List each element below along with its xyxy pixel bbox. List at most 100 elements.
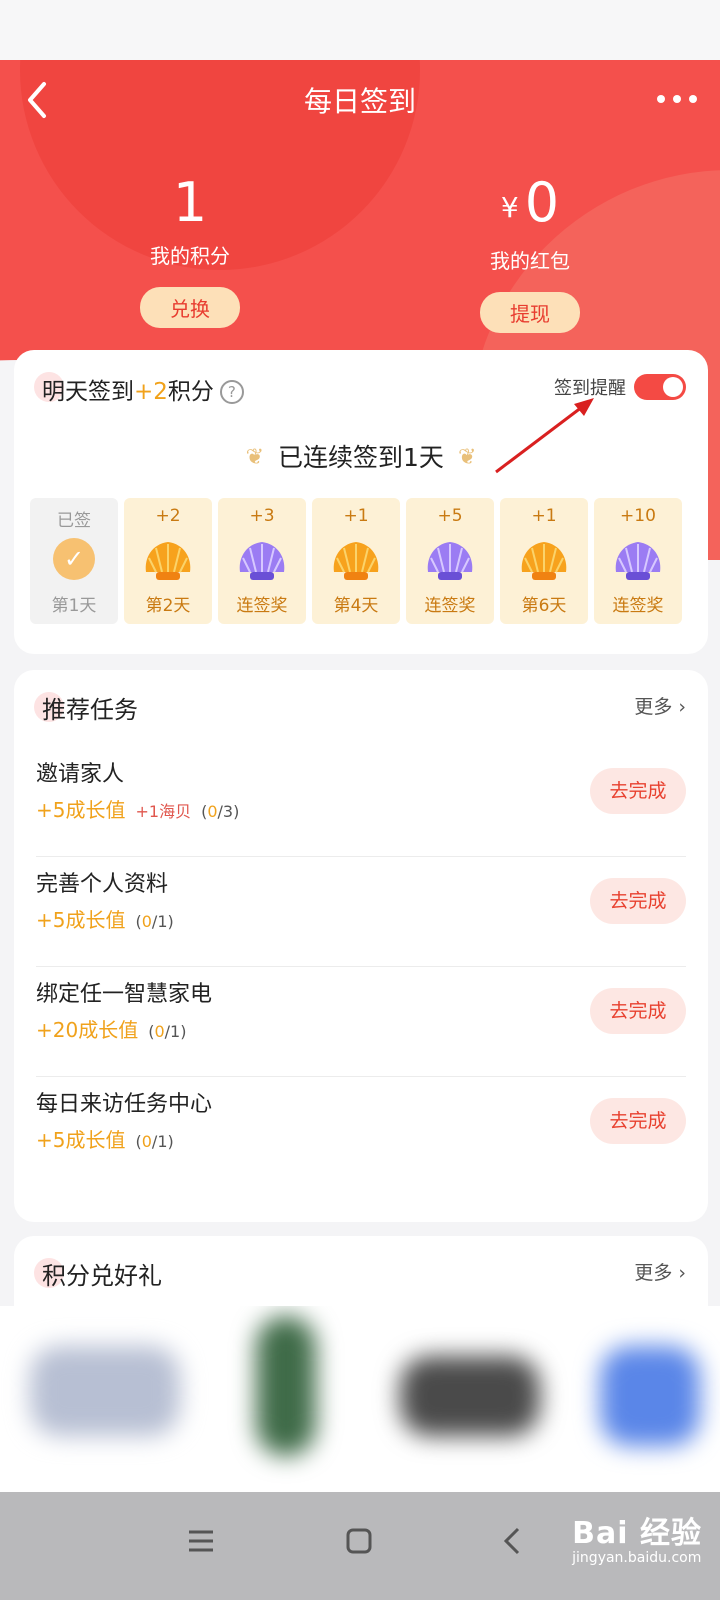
sign-in-title: 明天签到+2积分? [42, 372, 244, 406]
sign-day-7[interactable]: +10 连签奖 [594, 498, 682, 624]
tasks-more-link[interactable]: 更多 › [634, 692, 686, 719]
task-name: 邀请家人 [36, 762, 125, 787]
task-reward-row: +5成长值 (0/1) [36, 904, 174, 933]
task-reward-row: +5成长值 (0/1) [36, 1124, 174, 1153]
task-reward: +20成长值 [36, 1018, 139, 1042]
more-dots-icon [657, 95, 697, 103]
gifts-title: 积分兑好礼 [42, 1262, 162, 1290]
chevron-right-icon: › [678, 696, 686, 718]
task-progress: (0/1) [135, 912, 174, 931]
check-icon: ✓ [53, 538, 95, 580]
laurel-right-icon: ❦ [457, 445, 477, 470]
gifts-more-link[interactable]: 更多 › [634, 1258, 686, 1285]
sign-day-4[interactable]: +1 第4天 [312, 498, 400, 624]
more-options-button[interactable] [652, 84, 702, 114]
chevron-right-icon: › [678, 1262, 686, 1284]
sign-day-1[interactable]: 已签 ✓ 第1天 [30, 498, 118, 624]
gift-item-image[interactable] [30, 1346, 180, 1436]
points-label: 我的积分 [150, 244, 230, 268]
day-reward: +2 [155, 506, 181, 526]
remind-toggle[interactable] [634, 374, 686, 400]
page-title: 每日签到 [303, 85, 416, 118]
task-progress: (0/1) [135, 1132, 174, 1151]
complete-task-button[interactable]: 去完成 [590, 768, 686, 814]
redpacket-value: 0 [524, 171, 560, 234]
sign-day-2[interactable]: +2 第2天 [124, 498, 212, 624]
sign-day-5[interactable]: +5 连签奖 [406, 498, 494, 624]
redpacket-label: 我的红包 [490, 249, 570, 273]
sign-title-bonus: +2 [134, 379, 168, 405]
points-value: 1 [172, 171, 208, 234]
sign-day-list: 已签 ✓ 第1天 +2 第2天 +3 连签奖 +1 第4天 +5 连签奖 +1 … [30, 498, 694, 624]
task-reward: +5成长值 [36, 798, 126, 822]
task-item-bind-appliance: 绑定任一智慧家电 +20成长值 (0/1) 去完成 [36, 958, 686, 1068]
more-label: 更多 [634, 1262, 673, 1284]
gift-item-image[interactable] [400, 1356, 540, 1436]
tasks-title: 推荐任务 [42, 696, 138, 724]
watermark-brand: Bai 经验 [572, 1516, 702, 1551]
withdraw-button[interactable]: 提现 [480, 292, 580, 333]
gift-product-strip [0, 1306, 720, 1492]
task-reward: +5成长值 [36, 908, 126, 932]
home-icon[interactable] [344, 1526, 374, 1556]
top-bar: 每日签到 [0, 60, 720, 140]
gift-item-image[interactable] [256, 1316, 316, 1456]
day-reward: +1 [343, 506, 369, 526]
day-reward: +10 [620, 506, 656, 526]
baidu-jingyan-watermark: Bai 经验 jingyan.baidu.com [572, 1508, 702, 1566]
purple-shell-icon [615, 542, 661, 580]
complete-task-button[interactable]: 去完成 [590, 988, 686, 1034]
redpacket-value-row: ¥0 [430, 172, 630, 239]
task-name: 每日来访任务中心 [36, 1092, 213, 1117]
annotation-arrow [495, 398, 594, 474]
sign-day-3[interactable]: +3 连签奖 [218, 498, 306, 624]
sign-day-6[interactable]: +1 第6天 [500, 498, 588, 624]
task-extra-reward: +1海贝 [135, 802, 192, 821]
task-reward-row: +20成长值 (0/1) [36, 1014, 186, 1043]
purple-shell-icon [427, 542, 473, 580]
redpacket-stat: ¥0 我的红包 提现 [430, 172, 630, 333]
gift-item-image[interactable] [600, 1346, 700, 1446]
status-bar [0, 0, 720, 60]
day-label: 连签奖 [424, 596, 476, 616]
gold-shell-icon [521, 542, 567, 580]
laurel-left-icon: ❦ [245, 445, 265, 470]
task-item-invite-family: 邀请家人 +5成长值 +1海贝 (0/3) 去完成 [36, 738, 686, 848]
day-label: 连签奖 [236, 596, 288, 616]
more-label: 更多 [634, 696, 673, 718]
day-label: 第1天 [51, 596, 97, 616]
day-reward: +3 [249, 506, 275, 526]
sign-title-prefix: 明天签到 [42, 379, 134, 405]
sign-title-suffix: 积分 [167, 379, 214, 405]
exchange-button[interactable]: 兑换 [140, 287, 240, 328]
task-progress: (0/3) [201, 802, 240, 821]
task-reward-row: +5成长值 +1海贝 (0/3) [36, 794, 239, 823]
help-icon[interactable]: ? [219, 380, 244, 404]
day-label: 连签奖 [612, 596, 664, 616]
day-label: 第6天 [521, 596, 567, 616]
day-reward: +5 [437, 506, 463, 526]
points-stat: 1 我的积分 兑换 [90, 172, 290, 328]
menu-icon[interactable] [186, 1526, 216, 1556]
toggle-knob [663, 377, 683, 397]
day-label: 第4天 [333, 596, 379, 616]
task-name: 绑定任一智慧家电 [36, 982, 213, 1007]
complete-task-button[interactable]: 去完成 [590, 878, 686, 924]
task-name: 完善个人资料 [36, 872, 169, 897]
task-item-complete-profile: 完善个人资料 +5成长值 (0/1) 去完成 [36, 848, 686, 958]
currency-symbol: ¥ [500, 191, 519, 224]
day-label: 第2天 [145, 596, 191, 616]
purple-shell-icon [239, 542, 285, 580]
task-item-daily-visit: 每日来访任务中心 +5成长值 (0/1) 去完成 [36, 1068, 686, 1178]
day-reward: 已签 [57, 511, 91, 531]
complete-task-button[interactable]: 去完成 [590, 1098, 686, 1144]
tasks-card: 推荐任务 更多 › 邀请家人 +5成长值 +1海贝 (0/3) 去完成 完善个人资料… [14, 670, 708, 1222]
day-reward: +1 [531, 506, 557, 526]
back-nav-icon[interactable] [498, 1526, 528, 1556]
task-progress: (0/1) [148, 1022, 187, 1041]
streak-text: 已连续签到1天 [278, 443, 444, 472]
watermark-site: jingyan.baidu.com [572, 1550, 702, 1566]
gold-shell-icon [145, 542, 191, 580]
gold-shell-icon [333, 542, 379, 580]
task-reward: +5成长值 [36, 1128, 126, 1152]
